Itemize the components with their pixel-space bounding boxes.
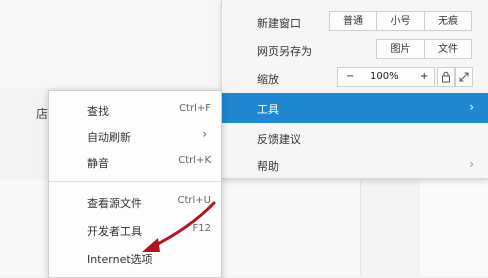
auto-refresh-label: 自动刷新 — [87, 131, 131, 144]
chevron-right-icon: › — [469, 157, 474, 171]
zoom-out-button[interactable]: − — [346, 68, 354, 86]
save-as-label: 网页另存为 — [257, 45, 312, 58]
menu-row-zoom: 缩放 − 100% + — [222, 64, 488, 92]
chevron-right-icon: › — [202, 127, 207, 141]
zoom-in-button[interactable]: + — [420, 68, 428, 86]
page-side-area — [420, 180, 488, 276]
save-as-image-button[interactable]: 图片 — [376, 39, 425, 59]
chevron-right-icon: › — [469, 100, 474, 114]
page-divider — [360, 180, 361, 276]
lock-icon[interactable] — [437, 67, 455, 87]
save-as-file-button[interactable]: 文件 — [424, 39, 472, 59]
new-window-small-button[interactable]: 小号 — [376, 11, 425, 31]
zoom-value: 100% — [370, 71, 399, 82]
tools-submenu: 查找 Ctrl+F 自动刷新 › 静音 Ctrl+K 查看源文件 Ctrl+U … — [48, 90, 222, 278]
devtools-label: 开发者工具 — [87, 225, 142, 238]
new-window-normal-button[interactable]: 普通 — [329, 11, 377, 31]
view-source-label: 查看源文件 — [87, 197, 142, 210]
devtools-shortcut: F12 — [192, 223, 211, 234]
menu-row-new-window: 新建窗口 普通 小号 无痕 — [222, 8, 488, 36]
submenu-item-devtools[interactable]: 开发者工具 F12 — [49, 218, 221, 242]
zoom-label: 缩放 — [257, 73, 279, 86]
submenu-item-find[interactable]: 查找 Ctrl+F — [49, 98, 221, 122]
find-shortcut: Ctrl+F — [179, 103, 211, 114]
tools-label: 工具 — [257, 103, 279, 116]
menu-item-help[interactable]: 帮助 › — [222, 151, 488, 179]
submenu-divider — [49, 181, 221, 182]
menu-row-save-as: 网页另存为 图片 文件 — [222, 36, 488, 64]
new-window-label: 新建窗口 — [257, 17, 301, 30]
submenu-item-mute[interactable]: 静音 Ctrl+K — [49, 150, 221, 174]
mute-shortcut: Ctrl+K — [178, 155, 211, 166]
page-top-area — [0, 0, 220, 88]
new-window-incognito-button[interactable]: 无痕 — [424, 11, 472, 31]
page-partial-text: 店 — [36, 107, 49, 121]
feedback-label: 反馈建议 — [257, 133, 301, 146]
zoom-control: − 100% + — [337, 67, 435, 87]
help-label: 帮助 — [257, 160, 279, 173]
submenu-item-auto-refresh[interactable]: 自动刷新 › — [49, 124, 221, 148]
browser-main-menu: 新建窗口 普通 小号 无痕 网页另存为 图片 文件 缩放 − 100% + 工具… — [221, 0, 488, 179]
mute-label: 静音 — [87, 157, 109, 170]
view-source-shortcut: Ctrl+U — [177, 195, 212, 206]
internet-options-label: Internet选项 — [87, 253, 153, 266]
submenu-item-view-source[interactable]: 查看源文件 Ctrl+U — [49, 190, 221, 214]
menu-item-tools[interactable]: 工具 › — [222, 93, 488, 123]
submenu-item-internet-options[interactable]: Internet选项 — [49, 246, 221, 270]
expand-icon[interactable] — [455, 67, 473, 87]
menu-item-feedback[interactable]: 反馈建议 — [222, 124, 488, 152]
find-label: 查找 — [87, 105, 109, 118]
